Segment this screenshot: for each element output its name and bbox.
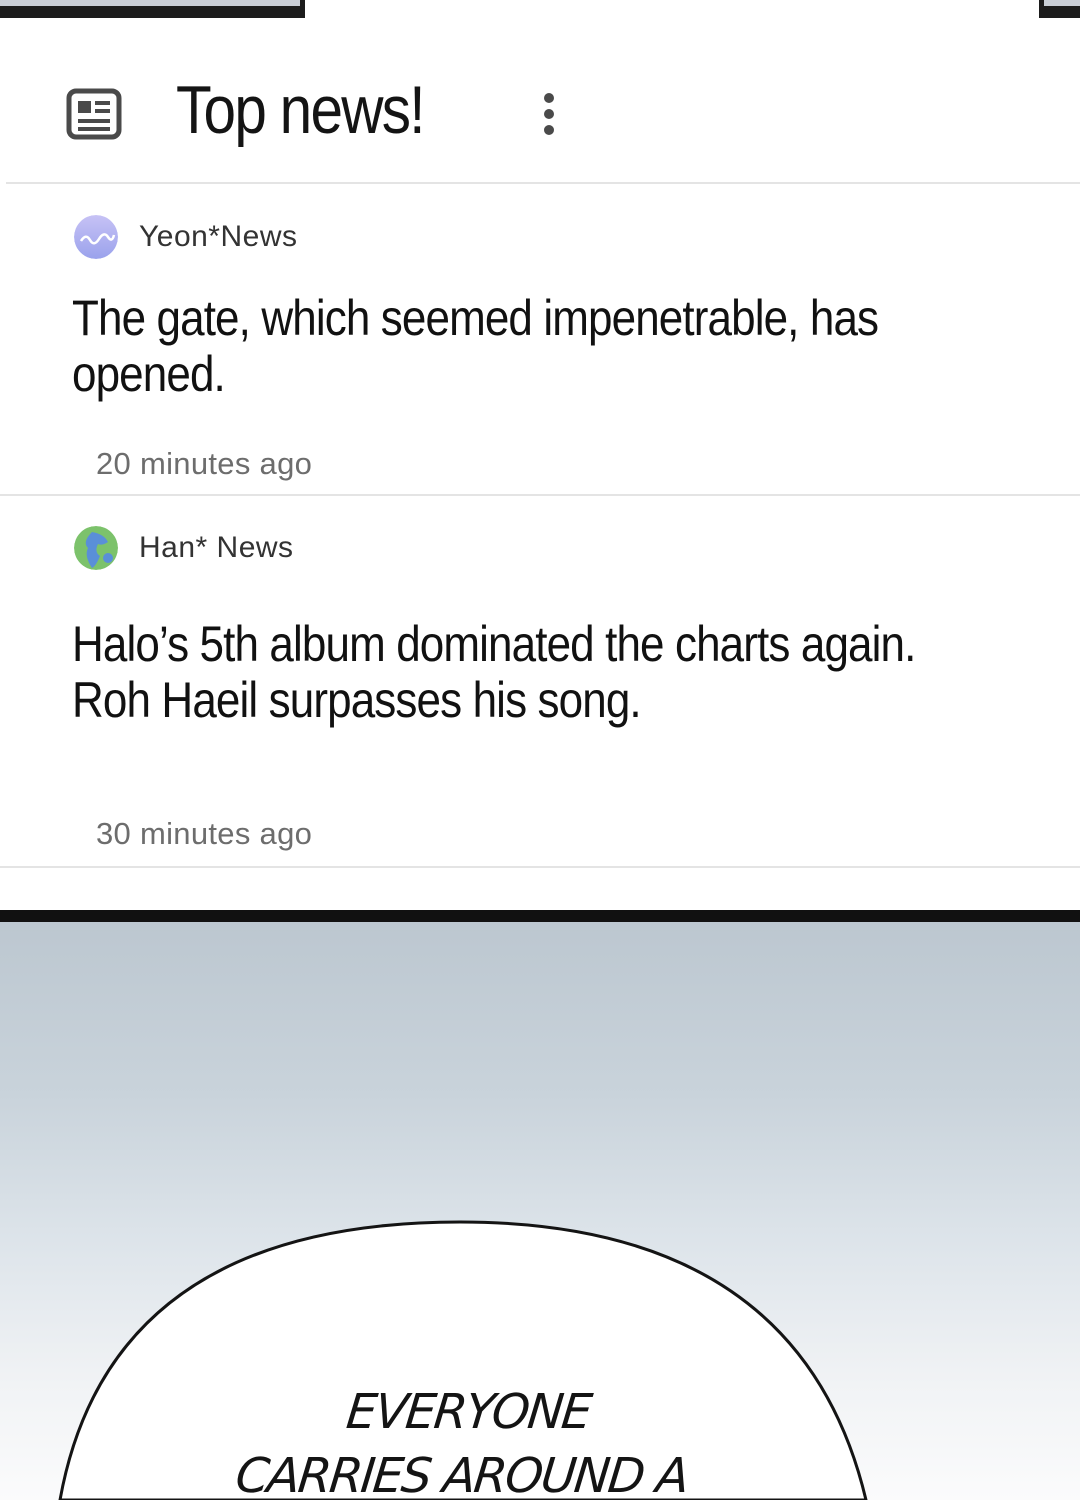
- comic-panel-border: [0, 910, 1080, 922]
- source-name: Han* News: [139, 531, 294, 564]
- speech-bubble-text: EVERYONE CARRIES AROUND A: [233, 1384, 691, 1500]
- news-card: Top news! Yeon*News The gate, which seem…: [0, 18, 1080, 910]
- globe-logo-icon: [74, 526, 118, 570]
- article-timestamp: 30 minutes ago: [96, 816, 313, 851]
- article-divider: [0, 494, 1080, 496]
- wave-logo-icon: [74, 215, 118, 259]
- article-divider: [0, 866, 1080, 868]
- news-header: Top news!: [0, 18, 1080, 184]
- newspaper-icon: [66, 88, 122, 140]
- panel-gutter-right: [1044, 0, 1080, 6]
- article-timestamp: 20 minutes ago: [96, 446, 313, 481]
- article-headline[interactable]: The gate, which seemed impenetrable, has…: [72, 290, 952, 402]
- article-source-row[interactable]: Han* News: [74, 524, 294, 572]
- source-name: Yeon*News: [139, 220, 298, 253]
- panel-gutter-left: [0, 0, 300, 6]
- more-vertical-icon[interactable]: [532, 92, 566, 140]
- article-headline[interactable]: Halo’s 5th album dominated the charts ag…: [72, 616, 952, 728]
- page-title: Top news!: [176, 72, 426, 148]
- comic-sky-panel: EVERYONE CARRIES AROUND A: [0, 922, 1080, 1500]
- article-source-row[interactable]: Yeon*News: [74, 213, 298, 261]
- header-divider: [6, 182, 1080, 184]
